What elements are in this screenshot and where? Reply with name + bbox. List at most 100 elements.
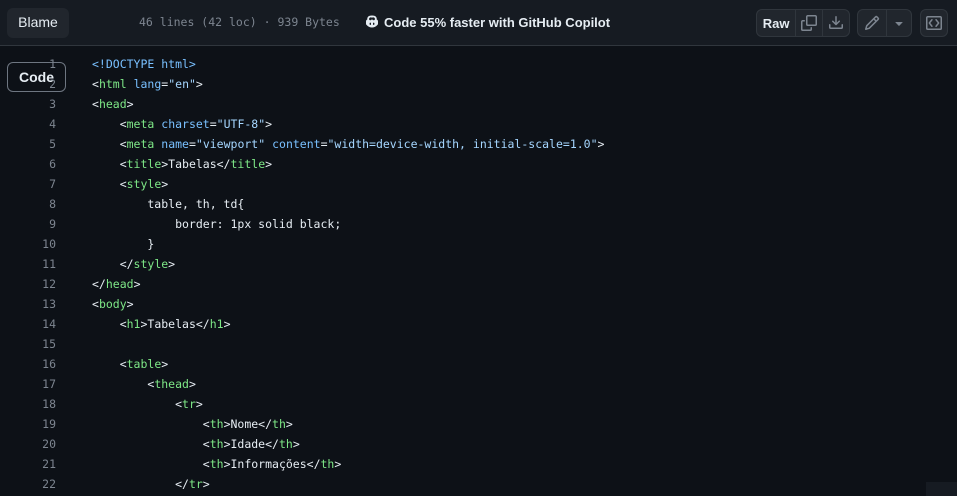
text-token: >Idade</ (223, 437, 279, 451)
line-number[interactable]: 18 (0, 394, 56, 414)
text-token: > (285, 417, 293, 431)
text-token: > (168, 257, 176, 271)
string-token: "en" (168, 77, 196, 91)
copy-icon (800, 15, 817, 31)
line-number[interactable]: 7 (0, 174, 56, 194)
edit-options-dropdown[interactable] (887, 10, 911, 36)
text-token: >Nome</ (223, 417, 273, 431)
tag-token: thead (154, 377, 189, 391)
line-content: <meta name="viewport" content="width=dev… (56, 134, 605, 154)
text-token: < (92, 177, 127, 191)
text-token: < (92, 297, 99, 311)
line-number[interactable]: 22 (0, 474, 56, 494)
tag-token: table (126, 357, 162, 371)
line-number[interactable]: 12 (0, 274, 56, 294)
triangle-down-icon (895, 22, 903, 26)
code-line: 13 <body> (0, 294, 957, 314)
line-number[interactable]: 8 (0, 194, 56, 214)
copilot-text: Code 55% faster with GitHub Copilot (384, 14, 611, 30)
code-line: 7 <style> (0, 174, 957, 194)
text-token: </ (92, 277, 106, 291)
text-token: < (92, 77, 99, 91)
line-number[interactable]: 21 (0, 454, 56, 474)
copy-raw-button[interactable] (796, 10, 823, 36)
text-token: >Informações</ (223, 457, 321, 471)
line-content: </tr> (56, 474, 210, 494)
code-line: 8 table, th, td{ (0, 194, 957, 214)
tag-token: h1 (209, 317, 224, 331)
download-button[interactable] (823, 10, 849, 36)
text-token: = (209, 117, 217, 131)
line-content: <table> (56, 354, 169, 374)
line-number[interactable]: 19 (0, 414, 56, 434)
code-line: 20 <th>Idade</th> (0, 434, 957, 454)
text-token: > (126, 297, 134, 311)
tag-token: meta (126, 117, 155, 131)
tag-token: th (209, 457, 224, 471)
symbols-panel-button[interactable] (920, 9, 948, 37)
line-number[interactable]: 10 (0, 234, 56, 254)
tag-token: body (98, 297, 127, 311)
line-number[interactable]: 5 (0, 134, 56, 154)
edit-group (857, 9, 912, 37)
text-token: > (334, 457, 342, 471)
text-token: > (161, 177, 169, 191)
code-line: 5 <meta name="viewport" content="width=d… (0, 134, 957, 154)
raw-button[interactable]: Raw (757, 10, 797, 36)
line-content: <!DOCTYPE html> (56, 54, 196, 74)
text-token: >Tabelas</ (161, 157, 231, 171)
text-token: > (195, 77, 203, 91)
line-number[interactable]: 4 (0, 114, 56, 134)
copilot-promo[interactable]: Code 55% faster with GitHub Copilot (364, 14, 610, 30)
line-number[interactable]: 9 (0, 214, 56, 234)
attr-token: name (161, 137, 189, 151)
text-token: < (92, 117, 127, 131)
line-number[interactable]: 17 (0, 374, 56, 394)
tab-blame[interactable]: Blame (7, 8, 69, 38)
line-content: <title>Tabelas</title> (56, 154, 272, 174)
line-content: table, th, td{ (56, 194, 244, 214)
tag-token: tr (182, 397, 196, 411)
code-line: 15 (0, 334, 957, 354)
tag-token: style (133, 257, 169, 271)
edit-button[interactable] (858, 10, 887, 36)
tag-token: th (320, 457, 335, 471)
text-token: < (92, 137, 127, 151)
tag-token: h1 (126, 317, 141, 331)
attr-token: lang (133, 77, 162, 91)
attr-token: charset (161, 117, 210, 131)
symbols-panel-icon (926, 16, 942, 30)
line-number[interactable]: 2 (0, 74, 56, 94)
string-token: "UTF-8" (216, 117, 266, 131)
line-content: </style> (56, 254, 175, 274)
text-token: > (133, 277, 141, 291)
line-number[interactable]: 16 (0, 354, 56, 374)
line-content: <th>Informações</th> (56, 454, 342, 474)
text-token: < (92, 317, 127, 331)
line-number[interactable]: 6 (0, 154, 56, 174)
line-number[interactable]: 13 (0, 294, 56, 314)
text-token: < (92, 97, 99, 111)
text-token: > (292, 437, 300, 451)
line-content: <thead> (56, 374, 196, 394)
string-token: "viewport" (195, 137, 266, 151)
line-content: <th>Idade</th> (56, 434, 300, 454)
line-content: } (56, 234, 154, 254)
line-number[interactable]: 14 (0, 314, 56, 334)
tag-token: style (126, 177, 162, 191)
code-line: 17 <thead> (0, 374, 957, 394)
line-number[interactable]: 1 (0, 54, 56, 74)
line-number[interactable]: 20 (0, 434, 56, 454)
line-number[interactable]: 11 (0, 254, 56, 274)
line-content: </head> (56, 274, 141, 294)
tag-token: th (209, 417, 224, 431)
text-token: </ (92, 477, 189, 491)
line-number[interactable]: 3 (0, 94, 56, 114)
tag-token: head (98, 97, 127, 111)
line-number[interactable]: 15 (0, 334, 56, 354)
text-token: > (265, 117, 273, 131)
text-token: > (265, 157, 273, 171)
text-token: = (188, 137, 196, 151)
code-line: 21 <th>Informações</th> (0, 454, 957, 474)
